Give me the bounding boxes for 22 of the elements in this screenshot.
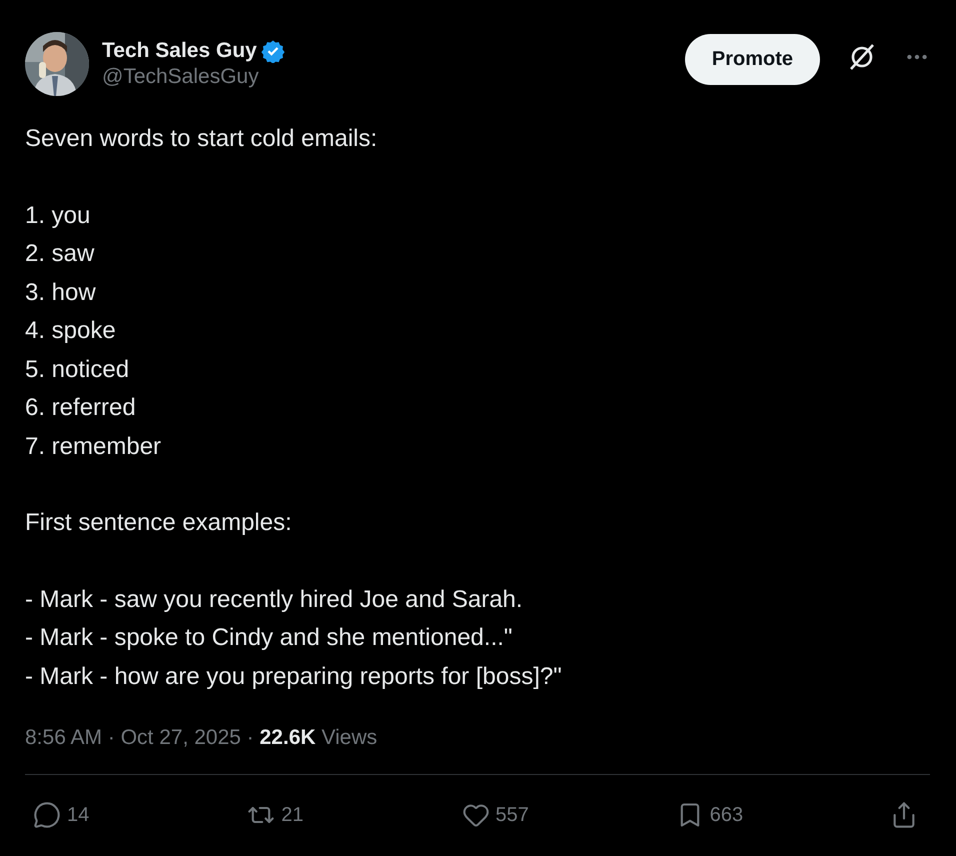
author-name[interactable]: Tech Sales Guy: [102, 39, 257, 63]
slashed-circle-icon[interactable]: [847, 42, 877, 72]
post-timestamp-views: 8:56 AM · Oct 27, 2025 · 22.6K Views: [25, 726, 378, 750]
post-text-line: 7. remember: [25, 432, 162, 462]
post-text-line: - Mark - spoke to Cindy and she mentioned...": [25, 623, 514, 653]
post-text-line: - Mark - how are you preparing reports for [boss]?": [25, 662, 563, 692]
post-text-line: 1. you: [25, 200, 92, 230]
author-handle[interactable]: @TechSalesGuy: [102, 65, 672, 89]
post-text-line: First sentence examples:: [25, 508, 293, 538]
reply-button[interactable]: 14: [33, 801, 153, 829]
bookmark-button[interactable]: 663: [676, 801, 796, 829]
speech-bubble-icon: [33, 801, 61, 829]
promote-button[interactable]: Promote: [684, 34, 820, 84]
repost-button[interactable]: 21: [247, 801, 368, 829]
post-text-line: 4. spoke: [25, 316, 117, 346]
post-text-line: Seven words to start cold emails:: [25, 124, 378, 154]
post-text-line: - Mark - saw you recently hired Joe and Sarah.: [25, 584, 524, 614]
post-text-line: 6. referred: [25, 393, 137, 423]
like-button[interactable]: 557: [462, 801, 582, 829]
post-text-line: 2. saw: [25, 239, 96, 269]
post-text-line: 3. how: [25, 278, 97, 308]
post-text-line: 5. noticed: [25, 354, 130, 384]
